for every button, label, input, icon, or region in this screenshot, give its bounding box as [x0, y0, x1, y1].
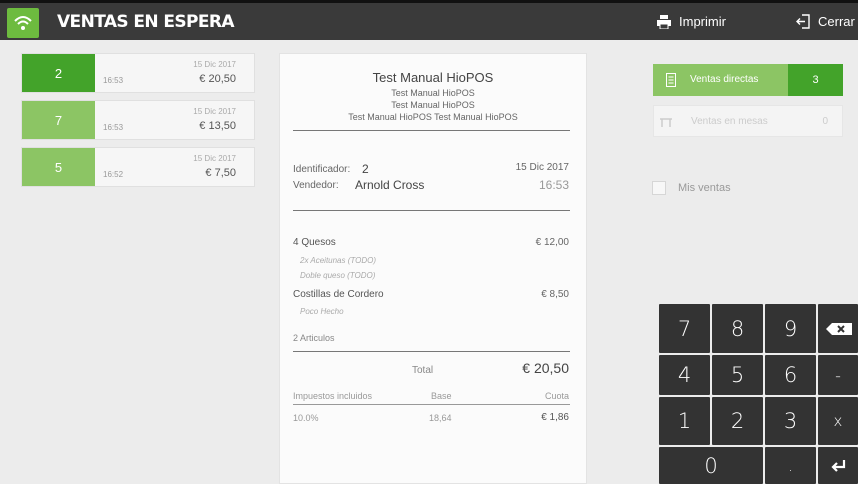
key-1[interactable]: 1: [659, 397, 710, 445]
direct-sales-count: 3: [788, 64, 843, 96]
item-modifier: Poco Hecho: [300, 307, 344, 316]
seller-name: Arnold Cross: [355, 178, 425, 192]
tax-header-label: Impuestos incluidos: [293, 391, 373, 401]
receipt-preview: Test Manual HioPOS Test Manual HioPOS Te…: [279, 53, 587, 484]
total-amount: € 20,50: [522, 360, 569, 376]
table-sales-count: 0: [822, 116, 828, 127]
item-name: 4 Quesos: [293, 237, 336, 248]
sale-time: 16:53: [103, 76, 124, 85]
page-title: VENTAS EN ESPERA: [57, 12, 235, 32]
receipt-subtitle: Test Manual HioPOS Test Manual HioPOS: [348, 112, 518, 122]
sale-date: 15 Dic 2017: [193, 154, 236, 163]
my-sales-label: Mis ventas: [678, 182, 731, 194]
total-label: Total: [412, 365, 434, 376]
sale-date: 15 Dic 2017: [193, 60, 236, 69]
item-price: € 12,00: [535, 237, 569, 248]
key-9[interactable]: 9: [765, 304, 816, 353]
backspace-key[interactable]: [818, 304, 858, 353]
tax-base: 18,64: [429, 413, 452, 423]
table-icon: [660, 118, 672, 127]
divider: [293, 130, 570, 131]
key-8[interactable]: 8: [712, 304, 763, 353]
receipt-title: Test Manual HioPOS: [372, 70, 494, 85]
key-6[interactable]: 6: [765, 355, 816, 395]
divider: [293, 351, 570, 352]
multiply-key[interactable]: x: [818, 397, 858, 445]
print-label: Imprimir: [679, 14, 726, 29]
enter-key[interactable]: [818, 447, 858, 484]
sale-date: 15 Dic 2017: [193, 107, 236, 116]
receipt-icon: [666, 73, 676, 87]
close-button[interactable]: Cerrar: [796, 14, 855, 29]
minus-key[interactable]: -: [818, 355, 858, 395]
exit-icon: [796, 14, 810, 29]
backspace-icon: [826, 322, 852, 335]
table-sales-tab[interactable]: Ventas en mesas 0: [653, 105, 843, 137]
item-modifier: Doble queso (TODO): [300, 271, 376, 280]
item-modifier: 2x Aceitunas (TODO): [300, 256, 377, 265]
sale-amount: € 7,50: [205, 167, 236, 179]
tax-quota: € 1,86: [541, 412, 569, 423]
receipt-date: 15 Dic 2017: [515, 162, 569, 173]
sale-amount: € 20,50: [199, 73, 236, 85]
key-7[interactable]: 7: [659, 304, 710, 353]
table-sales-label: Ventas en mesas: [691, 116, 768, 127]
identifier-value: 2: [362, 162, 369, 176]
wifi-icon: [7, 8, 39, 38]
sale-item[interactable]: 2 16:53 15 Dic 2017 € 20,50: [21, 53, 255, 93]
receipt-subtitle: Test Manual HioPOS: [391, 100, 475, 110]
sale-number: 7: [22, 101, 95, 139]
tax-header-quota: Cuota: [544, 391, 569, 401]
sale-item[interactable]: 7 16:53 15 Dic 2017 € 13,50: [21, 100, 255, 140]
my-sales-checkbox[interactable]: [652, 181, 666, 195]
item-price: € 8,50: [541, 289, 569, 300]
tax-header-base: Base: [431, 391, 452, 401]
key-4[interactable]: 4: [659, 355, 710, 395]
sale-item[interactable]: 5 16:52 15 Dic 2017 € 7,50: [21, 147, 255, 187]
receipt-subtitle: Test Manual HioPOS: [391, 88, 475, 98]
key-5[interactable]: 5: [712, 355, 763, 395]
identifier-label: Identificador:: [293, 164, 351, 175]
key-2[interactable]: 2: [712, 397, 763, 445]
tax-rate: 10.0%: [293, 413, 319, 423]
printer-icon: [657, 14, 671, 29]
article-count: 2 Articulos: [293, 333, 335, 343]
receipt-time: 16:53: [538, 178, 569, 192]
item-name: Costillas de Cordero: [293, 289, 384, 300]
top-bar: VENTAS EN ESPERA Imprimir Cerrar: [0, 0, 858, 40]
close-label: Cerrar: [818, 14, 855, 29]
sale-number: 2: [22, 54, 95, 92]
sale-number: 5: [22, 148, 95, 186]
divider: [293, 210, 570, 211]
sale-time: 16:52: [103, 170, 124, 179]
decimal-key[interactable]: .: [765, 447, 816, 484]
print-button[interactable]: Imprimir: [656, 14, 726, 29]
direct-sales-tab[interactable]: Ventas directas 3: [653, 64, 843, 96]
key-0[interactable]: 0: [659, 447, 763, 484]
sale-amount: € 13,50: [199, 120, 236, 132]
sale-time: 16:53: [103, 123, 124, 132]
enter-icon: [831, 459, 846, 472]
key-3[interactable]: 3: [765, 397, 816, 445]
divider: [293, 404, 570, 405]
seller-label: Vendedor:: [293, 180, 339, 191]
direct-sales-label: Ventas directas: [690, 74, 759, 85]
